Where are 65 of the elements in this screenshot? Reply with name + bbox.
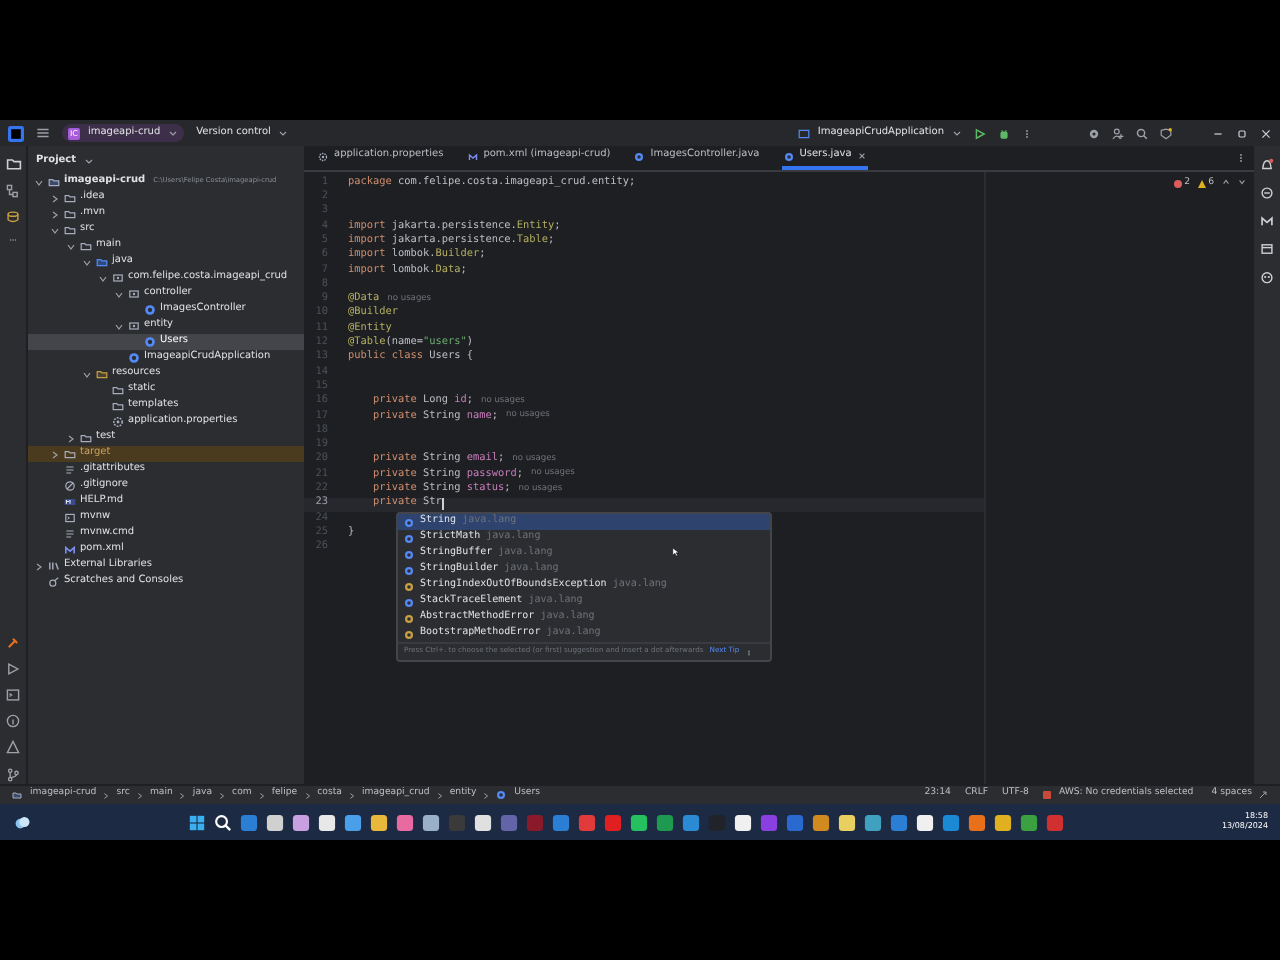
update-icon[interactable] — [1160, 127, 1172, 139]
mouse-pointer-icon — [672, 546, 680, 558]
caret-icon — [168, 128, 179, 138]
weather-icon[interactable] — [12, 814, 32, 830]
up-icon[interactable] — [1222, 178, 1230, 186]
maven-icon[interactable] — [1260, 214, 1274, 228]
class-icon — [783, 151, 794, 161]
run-icon[interactable] — [6, 662, 20, 676]
warning-icon — [1198, 180, 1207, 189]
scratch-icon — [48, 576, 60, 588]
menu-icon[interactable] — [36, 126, 50, 140]
script-file-icon — [64, 512, 76, 524]
chevron-icon[interactable] — [34, 561, 44, 571]
assistant-icon[interactable] — [1260, 186, 1274, 200]
add-user-icon[interactable] — [1112, 127, 1124, 139]
database-icon[interactable] — [1260, 242, 1274, 256]
debug-icon[interactable] — [998, 127, 1010, 139]
chevron-icon[interactable] — [82, 369, 92, 379]
chevron-icon[interactable] — [114, 321, 124, 331]
gear-icon — [112, 416, 124, 428]
window-icon — [797, 127, 810, 139]
class-icon — [404, 597, 414, 607]
terminal-icon[interactable] — [6, 688, 20, 702]
app-logo-icon — [8, 125, 24, 141]
expand-icon[interactable] — [1258, 790, 1268, 800]
text-cursor — [441, 498, 444, 511]
folder-icon[interactable] — [5, 156, 21, 172]
database-icon[interactable] — [6, 210, 20, 224]
run-icon[interactable] — [974, 127, 986, 139]
library-icon — [48, 560, 60, 572]
text-file-icon — [64, 528, 76, 540]
package-icon — [112, 272, 124, 284]
maven-icon — [64, 544, 76, 556]
caret-icon — [84, 156, 95, 166]
search-icon[interactable] — [1136, 127, 1148, 139]
build-icon[interactable] — [6, 636, 20, 650]
aws-icon — [1042, 790, 1053, 800]
markdown-icon — [64, 496, 76, 508]
class-icon — [144, 304, 156, 316]
package-icon — [128, 320, 140, 332]
down-icon[interactable] — [1238, 178, 1246, 186]
exception-icon — [404, 581, 414, 591]
maximize-icon[interactable] — [1236, 127, 1248, 139]
notifications-icon[interactable] — [1260, 158, 1274, 172]
info-icon[interactable] — [6, 714, 20, 728]
close-icon[interactable] — [1260, 127, 1272, 139]
settings-icon[interactable] — [1088, 127, 1100, 139]
warning-icon[interactable] — [6, 740, 20, 754]
caret-icon — [952, 128, 962, 138]
gear-icon — [318, 151, 328, 161]
ignore-file-icon — [64, 480, 76, 492]
package-icon — [128, 288, 140, 300]
folder-icon — [12, 789, 22, 800]
structure-icon[interactable] — [6, 184, 20, 198]
git-branch-icon[interactable] — [6, 766, 20, 784]
class-icon — [634, 151, 645, 161]
copilot-icon[interactable] — [1260, 270, 1274, 284]
maven-icon — [467, 151, 478, 161]
close-icon[interactable] — [857, 152, 866, 160]
caret-icon — [278, 128, 289, 138]
search-icon[interactable] — [214, 813, 233, 831]
text-file-icon — [64, 464, 76, 476]
start-icon[interactable] — [188, 813, 207, 831]
minimize-icon[interactable] — [1212, 127, 1224, 139]
error-icon — [1174, 180, 1183, 189]
